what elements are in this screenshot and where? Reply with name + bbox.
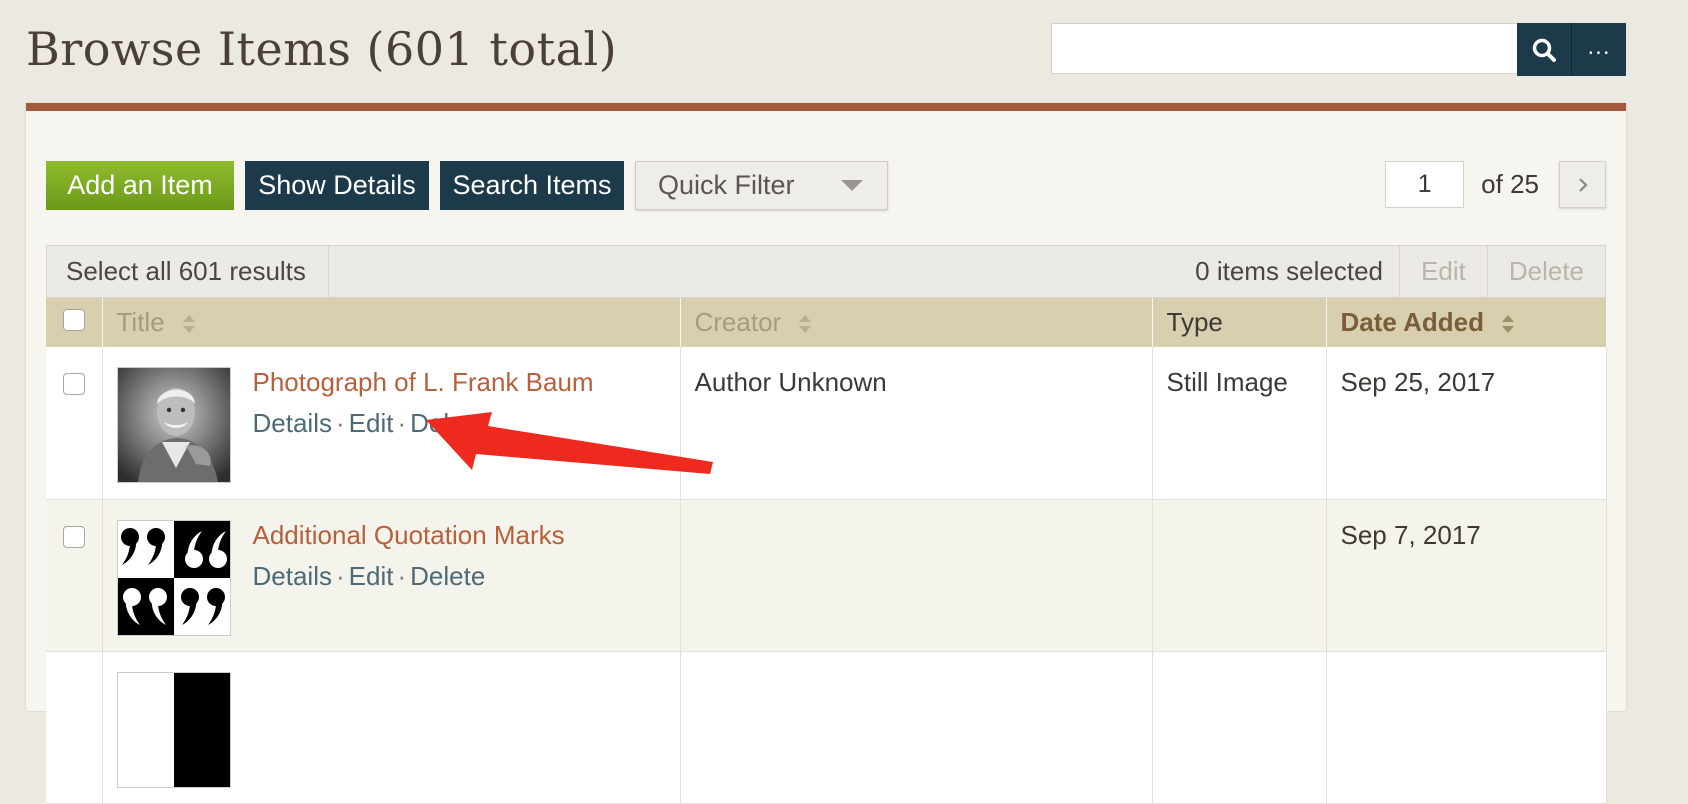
column-creator-label: Creator — [694, 307, 782, 337]
item-image — [117, 672, 230, 787]
creator-cell — [680, 499, 1153, 652]
column-title-label: Title — [116, 307, 165, 337]
show-details-button[interactable]: Show Details — [245, 161, 429, 210]
date-cell: Sep 25, 2017 — [1326, 347, 1607, 500]
chevron-right-icon — [1578, 177, 1588, 192]
select-all-checkbox[interactable] — [62, 309, 85, 331]
sort-icon — [1502, 315, 1515, 334]
search-input[interactable] — [1051, 23, 1517, 74]
column-type-label: Type — [1166, 307, 1223, 337]
search-items-button[interactable]: Search Items — [440, 161, 624, 210]
quick-filter-label: Quick Filter — [658, 170, 795, 200]
column-date-label: Date Added — [1340, 307, 1485, 337]
row-checkbox-cell — [46, 347, 103, 500]
search-button[interactable] — [1517, 23, 1572, 76]
details-link[interactable]: Details — [253, 408, 332, 438]
title-cell: Photograph of L. Frank Baum Details · Edit… — [102, 347, 681, 500]
item-toolbar: Add an Item Show Details Search Items Qu… — [46, 161, 899, 210]
delete-link[interactable]: Delete — [410, 408, 485, 438]
select-all-button[interactable]: Select all 601 results — [47, 246, 329, 297]
portrait-photo-image — [117, 368, 230, 482]
batch-delete-button[interactable]: Delete — [1486, 246, 1605, 297]
content-panel: Add an Item Show Details Search Items Qu… — [26, 103, 1626, 804]
selected-count: 0 items selected — [1195, 256, 1384, 286]
type-value: Still Image — [1166, 367, 1288, 397]
next-page-button[interactable] — [1559, 161, 1606, 208]
date-value: Sep 7, 2017 — [1340, 519, 1481, 550]
sort-icon — [182, 315, 195, 334]
search-icon — [1532, 38, 1556, 62]
quotation-marks-image — [117, 520, 230, 635]
advanced-search-button[interactable]: ... — [1572, 23, 1626, 76]
table-row: Photograph of L. Frank Baum Details · Edit… — [46, 347, 1607, 500]
item-thumbnail[interactable] — [116, 367, 231, 483]
action-separator: · — [335, 408, 345, 438]
search-bar: ... — [1051, 23, 1626, 76]
item-actions: Details · Edit · Delete — [253, 408, 594, 439]
action-separator: · — [397, 408, 407, 438]
date-cell: Sep 7, 2017 — [1326, 499, 1607, 652]
delete-link[interactable]: Delete — [410, 561, 485, 591]
batch-edit-button[interactable]: Edit — [1399, 246, 1487, 297]
item-thumbnail[interactable] — [116, 519, 231, 636]
details-link[interactable]: Details — [253, 561, 332, 591]
item-title-link[interactable]: Photograph of L. Frank Baum — [253, 367, 594, 398]
add-item-button[interactable]: Add an Item — [46, 161, 234, 210]
action-separator: · — [397, 560, 407, 591]
edit-link[interactable]: Edit — [349, 408, 394, 438]
type-cell: Still Image — [1152, 347, 1327, 500]
column-header-date-added[interactable]: Date Added — [1326, 298, 1607, 347]
row-checkbox[interactable] — [62, 373, 85, 395]
row-checkbox[interactable] — [62, 525, 85, 548]
pagination: of 25 — [1385, 161, 1606, 208]
column-header-creator[interactable]: Creator — [680, 298, 1153, 347]
type-cell — [1152, 499, 1327, 652]
page-number-input[interactable] — [1385, 161, 1465, 208]
page-title: Browse Items (601 total) — [26, 22, 618, 76]
table-row: Additional Quotation Marks Details · Edit ·… — [46, 499, 1607, 652]
item-thumbnail[interactable] — [116, 671, 231, 788]
chevron-down-icon — [841, 180, 863, 191]
page-count: of 25 — [1481, 169, 1539, 199]
title-cell: Additional Quotation Marks Details · Edit ·… — [102, 499, 681, 652]
edit-link[interactable]: Edit — [349, 561, 394, 591]
batch-actions-bar: Select all 601 results 0 items selected … — [46, 245, 1606, 298]
column-header-type: Type — [1152, 298, 1327, 347]
header-checkbox-cell — [46, 298, 103, 347]
date-value: Sep 25, 2017 — [1340, 367, 1496, 397]
row-checkbox-cell — [46, 499, 103, 652]
items-table: Title Creator Type Date Added Photograph… — [46, 298, 1607, 804]
action-separator: · — [335, 560, 345, 591]
column-header-title[interactable]: Title — [102, 298, 681, 347]
item-actions: Details · Edit · Delete — [253, 561, 565, 592]
item-title-link[interactable]: Additional Quotation Marks — [253, 520, 565, 551]
creator-cell: Author Unknown — [680, 347, 1153, 500]
table-header-row: Title Creator Type Date Added — [46, 298, 1607, 347]
quick-filter-dropdown[interactable]: Quick Filter — [635, 161, 888, 210]
creator-value: Author Unknown — [694, 367, 887, 397]
sort-icon — [799, 315, 812, 334]
